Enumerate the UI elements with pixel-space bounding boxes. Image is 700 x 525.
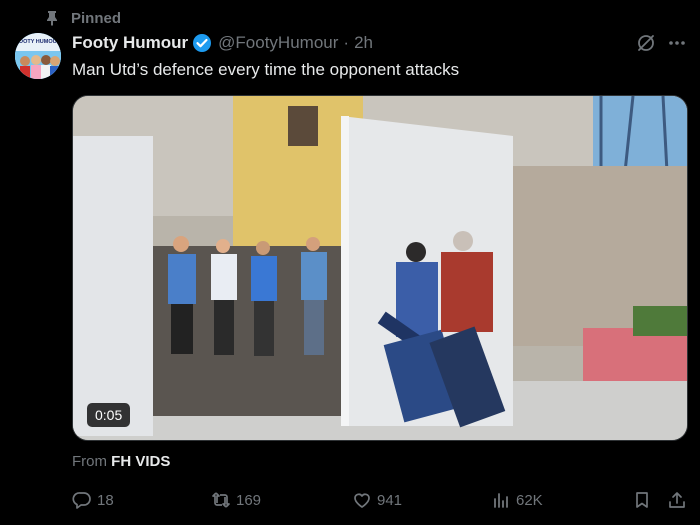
repost-icon <box>211 490 231 510</box>
tweet-header: Footy Humour @FootyHumour · 2h <box>72 32 373 54</box>
grok-icon[interactable] <box>636 33 656 53</box>
analytics-icon <box>491 490 511 510</box>
reply-button[interactable]: 18 <box>72 486 114 514</box>
repost-count: 169 <box>236 491 262 509</box>
reply-count: 18 <box>97 491 114 509</box>
view-count: 62K <box>516 491 543 509</box>
avatar[interactable]: FOOTY HUMOUR <box>15 33 61 79</box>
timestamp[interactable]: 2h <box>354 33 373 53</box>
avatar-text: FOOTY HUMOUR <box>15 39 60 45</box>
tweet-text: Man Utd’s defence every time the opponen… <box>72 60 460 79</box>
source-name[interactable]: FH VIDS <box>111 453 170 470</box>
pinned-indicator: Pinned <box>44 8 121 28</box>
video-duration: 0:05 <box>87 403 131 427</box>
author-name[interactable]: Footy Humour <box>72 33 188 53</box>
bookmark-button[interactable] <box>632 486 657 514</box>
action-bar: 18 169 941 62K <box>72 486 688 514</box>
video-player[interactable] <box>72 95 688 441</box>
more-options-icon[interactable] <box>667 33 687 53</box>
like-button[interactable]: 941 <box>352 486 402 514</box>
video-frame <box>73 96 687 440</box>
repost-button[interactable]: 169 <box>211 486 261 514</box>
media-source: From FH VIDS <box>72 453 170 470</box>
verified-badge-icon[interactable] <box>192 33 212 53</box>
separator-dot: · <box>343 33 350 52</box>
author-handle[interactable]: @FootyHumour <box>218 33 338 53</box>
source-prefix: From <box>72 453 107 470</box>
share-icon <box>667 490 687 510</box>
heart-icon <box>352 490 372 510</box>
pin-icon <box>44 10 60 26</box>
like-count: 941 <box>377 491 403 509</box>
reply-icon <box>72 490 92 510</box>
views-button[interactable]: 62K <box>491 486 543 514</box>
share-button[interactable] <box>667 486 692 514</box>
bookmark-icon <box>632 490 652 510</box>
pinned-label: Pinned <box>71 9 122 27</box>
